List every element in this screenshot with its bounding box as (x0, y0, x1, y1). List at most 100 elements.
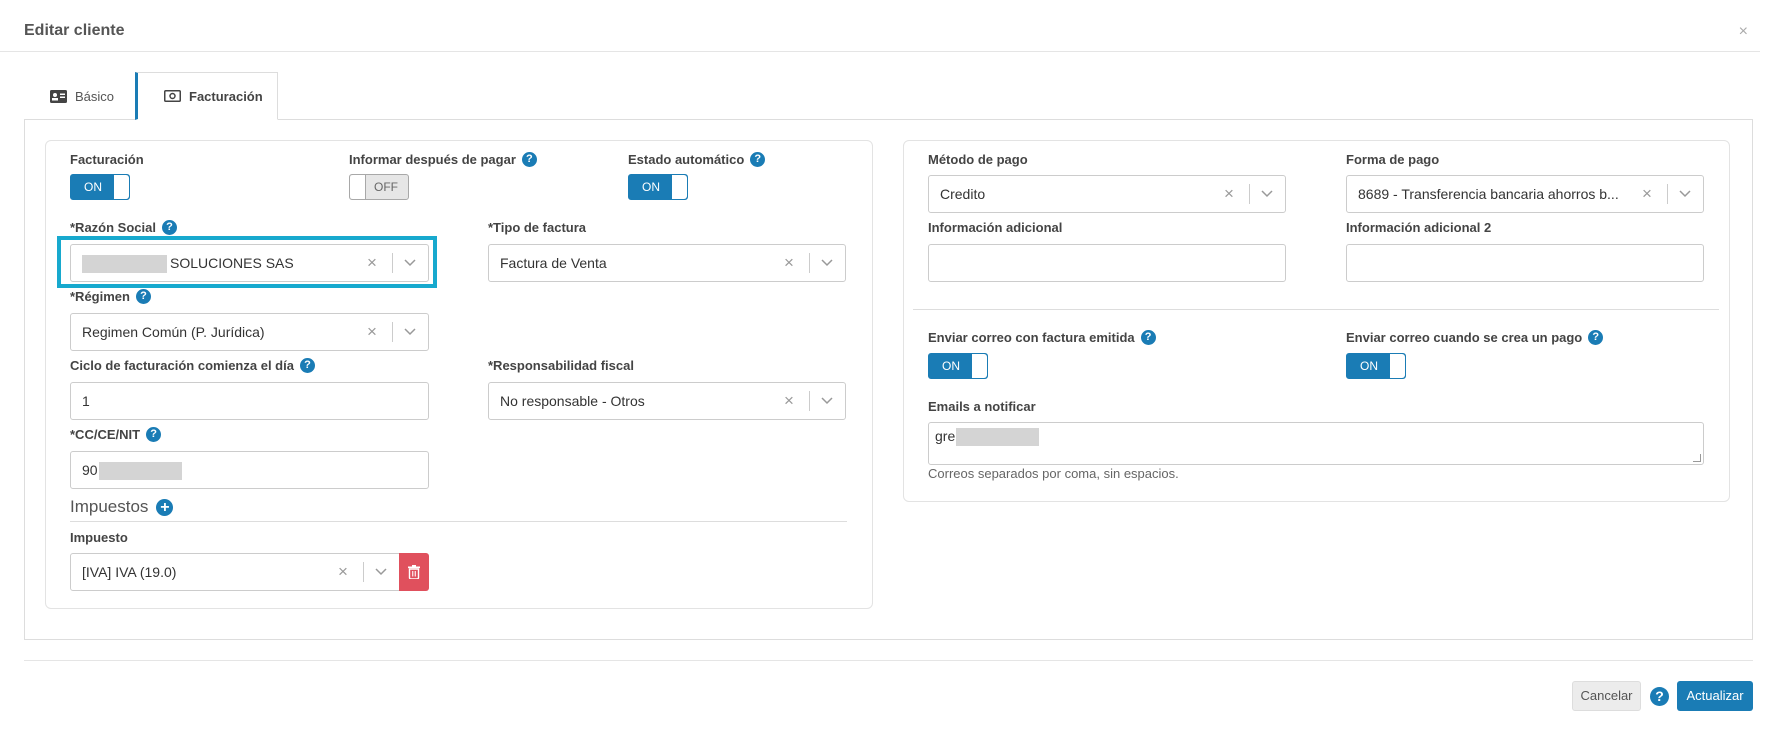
nit-input[interactable]: 90 (70, 451, 429, 489)
tab-facturacion-label: Facturación (189, 88, 263, 104)
help-icon[interactable]: ? (161, 220, 177, 235)
chevron-down-icon[interactable] (1679, 176, 1691, 212)
select-separator (392, 322, 393, 342)
facturacion-toggle[interactable]: ON (70, 174, 130, 200)
select-separator (809, 391, 810, 411)
razon-label-text: *Razón Social (70, 220, 156, 235)
chevron-down-icon[interactable] (821, 245, 833, 281)
emails-text: gre (935, 428, 956, 444)
forma-pago-select[interactable]: 8689 - Transferencia bancaria ahorros b.… (1346, 175, 1704, 213)
help-icon[interactable]: ? (521, 152, 537, 167)
nit-value: 90 (82, 452, 182, 488)
billing-card (45, 140, 873, 609)
info-adicional-input[interactable] (928, 244, 1286, 282)
impuesto-value: [IVA] IVA (19.0) (82, 564, 177, 580)
correo-factura-toggle[interactable]: ON (928, 353, 988, 379)
metodo-pago-select[interactable]: Credito × (928, 175, 1286, 213)
dialog-title: Editar cliente (24, 22, 125, 39)
forma-label-text: Forma de pago (1346, 152, 1440, 167)
emails-hint: Correos separados por coma, sin espacios… (928, 466, 1179, 481)
info-adicional-label: Información adicional (928, 220, 1062, 235)
metodo-pago-value: Credito (940, 186, 986, 202)
tipo-factura-value: Factura de Venta (500, 255, 607, 271)
clear-icon[interactable]: × (1642, 176, 1652, 212)
footer-divider (24, 660, 1753, 661)
help-icon[interactable]: ? (1650, 687, 1669, 706)
impuestos-divider (70, 521, 847, 522)
dialog-header: Editar cliente × (0, 0, 1760, 52)
correo-pago-label-text: Enviar correo cuando se crea un pago (1346, 330, 1583, 345)
toggle-knob (113, 175, 129, 199)
redacted-block (956, 428, 1040, 447)
tipo-label-text: *Tipo de factura (488, 220, 587, 235)
correo-pago-toggle[interactable]: ON (1346, 353, 1406, 379)
regimen-label-text: *Régimen (70, 289, 130, 304)
help-icon[interactable]: ? (299, 358, 315, 373)
help-icon[interactable]: ? (135, 289, 151, 304)
facturacion-label: Facturación (70, 152, 144, 167)
id-card-icon (50, 89, 67, 103)
redacted-block (98, 462, 182, 481)
ciclo-label: Ciclo de facturación comienza el día? (70, 358, 315, 373)
emails-label: Emails a notificar (928, 399, 1036, 414)
ciclo-input[interactable]: 1 (70, 382, 429, 420)
toggle-knob (971, 354, 987, 378)
select-separator (363, 562, 364, 582)
info-adicional2-label: Información adicional 2 (1346, 220, 1491, 235)
chevron-down-icon[interactable] (375, 554, 387, 590)
informar-label-text: Informar después de pagar (349, 152, 516, 167)
payment-divider (913, 309, 1719, 310)
tab-basico[interactable]: Básico (50, 72, 114, 120)
regimen-label: *Régimen? (70, 289, 151, 304)
cancel-button[interactable]: Cancelar (1572, 681, 1641, 711)
chevron-down-icon[interactable] (1261, 176, 1273, 212)
emails-label-text: Emails a notificar (928, 399, 1036, 414)
select-separator (1249, 184, 1250, 204)
correo-pago-label: Enviar correo cuando se crea un pago? (1346, 330, 1604, 345)
chevron-down-icon[interactable] (821, 383, 833, 419)
help-icon[interactable]: ? (750, 152, 766, 167)
tipo-factura-label: *Tipo de factura (488, 220, 586, 235)
chevron-down-icon[interactable] (404, 314, 416, 350)
emails-value: gre (935, 428, 1040, 447)
update-button[interactable]: Actualizar (1677, 681, 1753, 711)
impuestos-heading-text: Impuestos (70, 497, 149, 516)
delete-tax-button[interactable] (399, 553, 429, 591)
facturacion-label-text: Facturación (70, 152, 144, 167)
clear-icon[interactable]: × (367, 314, 377, 350)
tab-facturacion[interactable]: Facturación (135, 72, 278, 120)
toggle-knob (671, 175, 687, 199)
info2-label-text: Información adicional 2 (1346, 220, 1492, 235)
help-icon[interactable]: ? (1588, 330, 1604, 345)
info-label-text: Información adicional (928, 220, 1063, 235)
resp-label-text: *Responsabilidad fiscal (488, 358, 634, 373)
clear-icon[interactable]: × (338, 554, 348, 590)
nit-label-text: *CC/CE/NIT (70, 427, 141, 442)
metodo-pago-label: Método de pago (928, 152, 1028, 167)
responsabilidad-select[interactable]: No responsable - Otros × (488, 382, 846, 420)
estado-automatico-toggle[interactable]: ON (628, 174, 688, 200)
help-icon[interactable]: ? (1140, 330, 1156, 345)
tipo-factura-select[interactable]: Factura de Venta × (488, 244, 846, 282)
toggle-text: ON (84, 180, 102, 194)
tab-basico-label: Básico (75, 88, 115, 104)
clear-icon[interactable]: × (1224, 176, 1234, 212)
regimen-select[interactable]: Regimen Común (P. Jurídica) × (70, 313, 429, 351)
forma-pago-value: 8689 - Transferencia bancaria ahorros b.… (1358, 186, 1619, 202)
add-tax-icon[interactable]: + (156, 498, 174, 516)
money-bill-icon (164, 90, 181, 102)
close-icon[interactable]: × (1739, 24, 1748, 40)
impuesto-select[interactable]: [IVA] IVA (19.0) × (70, 553, 400, 591)
emails-textarea[interactable]: gre (928, 422, 1704, 465)
clear-icon[interactable]: × (784, 383, 794, 419)
correo-factura-label: Enviar correo con factura emitida? (928, 330, 1156, 345)
clear-icon[interactable]: × (784, 245, 794, 281)
informar-toggle[interactable]: OFF (349, 174, 409, 200)
help-icon[interactable]: ? (146, 427, 162, 442)
ciclo-value: 1 (82, 393, 90, 409)
resize-handle[interactable] (1693, 454, 1701, 462)
regimen-value: Regimen Común (P. Jurídica) (82, 324, 265, 340)
nit-text: 90 (82, 462, 98, 478)
impuestos-heading: Impuestos + (70, 497, 174, 517)
info-adicional2-input[interactable] (1346, 244, 1704, 282)
